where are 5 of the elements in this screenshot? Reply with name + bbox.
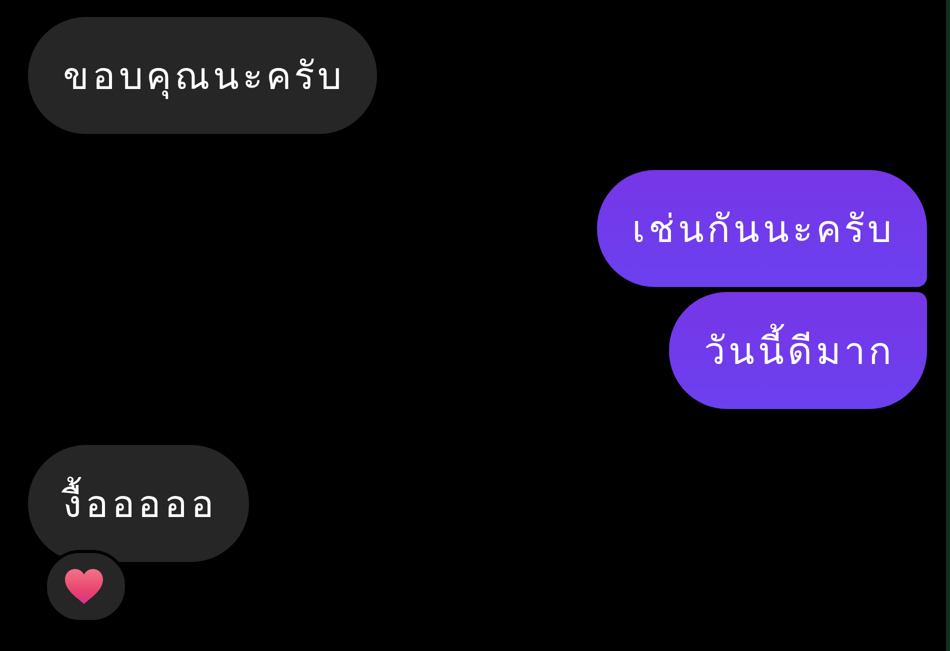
message-bubble: งื้อออออ bbox=[28, 445, 250, 562]
message-bubble: เช่นกันนะครับ bbox=[597, 170, 927, 287]
message-bubble: วันนี้ดีมาก bbox=[669, 292, 927, 409]
heart-icon bbox=[65, 569, 103, 604]
message-bubble: ขอบคุณนะครับ bbox=[28, 17, 377, 134]
